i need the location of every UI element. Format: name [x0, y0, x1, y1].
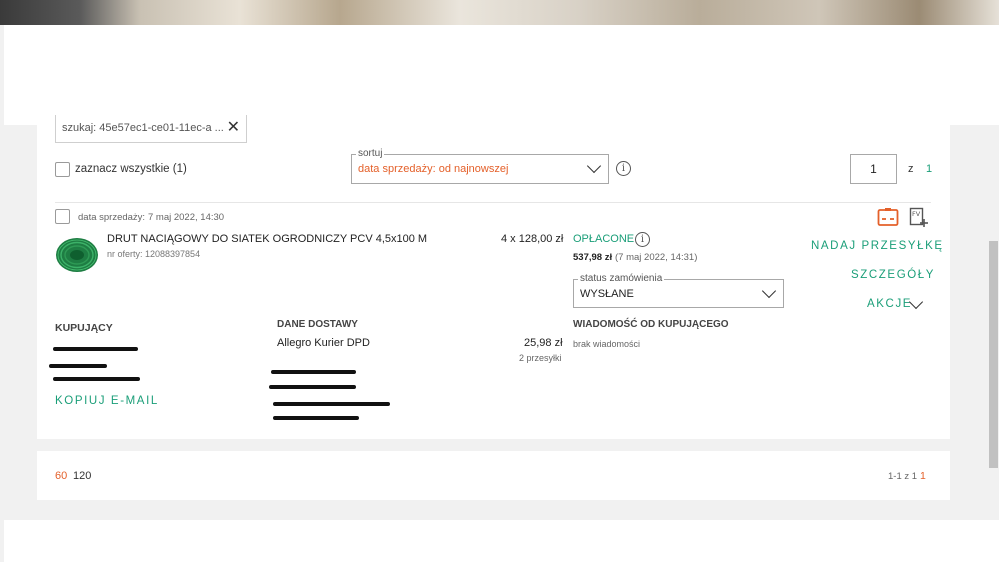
redaction-mark [273, 402, 390, 406]
info-icon[interactable]: i [616, 161, 631, 176]
details-link[interactable]: SZCZEGÓŁY [851, 269, 935, 281]
order-checkbox[interactable] [55, 209, 70, 224]
delivery-heading: DANE DOSTAWY [277, 319, 358, 330]
close-icon[interactable]: ✕ [227, 120, 240, 136]
shipping-label-icon[interactable] [877, 207, 899, 227]
redaction-mark [271, 370, 356, 374]
sale-date: 7 maj 2022, 14:30 [148, 212, 225, 223]
invoice-add-icon[interactable]: FV [909, 207, 929, 228]
page-size-60[interactable]: 60 [55, 470, 67, 482]
bottom-overlay [4, 520, 999, 562]
divider [55, 202, 931, 203]
status-legend: status zamówienia [578, 273, 665, 284]
delivery-method: Allegro Kurier DPD [277, 337, 370, 349]
delivery-price: 25,98 zł [524, 337, 563, 349]
search-filter-chip[interactable]: szukaj: 45e57ec1-ce01-11ec-a ... ✕ [55, 115, 247, 143]
status-value: WYSŁANE [580, 288, 634, 300]
actions-link[interactable]: AKCJE [867, 298, 912, 310]
package-count: 2 przesyłki [519, 353, 562, 363]
product-name[interactable]: DRUT NACIĄGOWY DO SIATEK OGRODNICZY PCV … [107, 233, 427, 245]
chevron-down-icon [586, 158, 602, 174]
redaction-mark [269, 385, 356, 389]
order-total-date: (7 maj 2022, 14:31) [615, 252, 698, 263]
redaction-overlay [4, 25, 999, 125]
ship-package-link[interactable]: NADAJ PRZESYŁKĘ [811, 240, 944, 252]
sort-select[interactable]: sortuj data sprzedaży: od najnowszej [351, 148, 609, 184]
select-all-label[interactable]: zaznacz wszystkie (1) [75, 163, 187, 175]
page-of-label: z [908, 163, 914, 175]
offer-number: nr oferty: 12088397854 [107, 249, 201, 259]
svg-text:FV: FV [912, 210, 921, 218]
sort-value: data sprzedaży: od najnowszej [358, 163, 509, 175]
search-filter-text: szukaj: 45e57ec1-ce01-11ec-a ... [62, 122, 224, 134]
scrollbar-thumb[interactable] [989, 241, 998, 468]
buyer-message: brak wiadomości [573, 339, 641, 349]
copy-email-link[interactable]: KOPIUJ E-MAIL [55, 395, 159, 407]
results-range: 1-1 z 1 [888, 471, 918, 482]
redaction-mark [53, 377, 140, 381]
background-strip [0, 0, 999, 25]
pagination-card [37, 451, 950, 500]
message-heading: WIADOMOŚĆ OD KUPUJĄCEGO [573, 319, 729, 330]
chevron-down-icon [761, 283, 777, 299]
page-size-120[interactable]: 120 [73, 470, 91, 482]
page-number-input[interactable]: 1 [850, 154, 897, 184]
order-total: 537,98 zł [573, 252, 613, 263]
redaction-mark [273, 416, 359, 420]
sort-legend: sortuj [356, 148, 385, 159]
select-all-checkbox[interactable] [55, 162, 70, 177]
product-thumbnail[interactable] [55, 236, 99, 274]
buyer-heading: KUPUJĄCY [55, 322, 113, 334]
current-page-link[interactable]: 1 [920, 470, 926, 482]
redaction-mark [53, 347, 138, 351]
info-icon[interactable]: i [635, 232, 650, 247]
page-total-link[interactable]: 1 [926, 163, 932, 175]
quantity-price: 4 x 128,00 zł [501, 233, 564, 245]
sale-date-label: data sprzedaży: [78, 212, 146, 223]
order-status-select[interactable]: status zamówienia WYSŁANE [573, 273, 784, 308]
redaction-mark [49, 364, 107, 368]
payment-status: OPŁACONE [573, 233, 635, 245]
